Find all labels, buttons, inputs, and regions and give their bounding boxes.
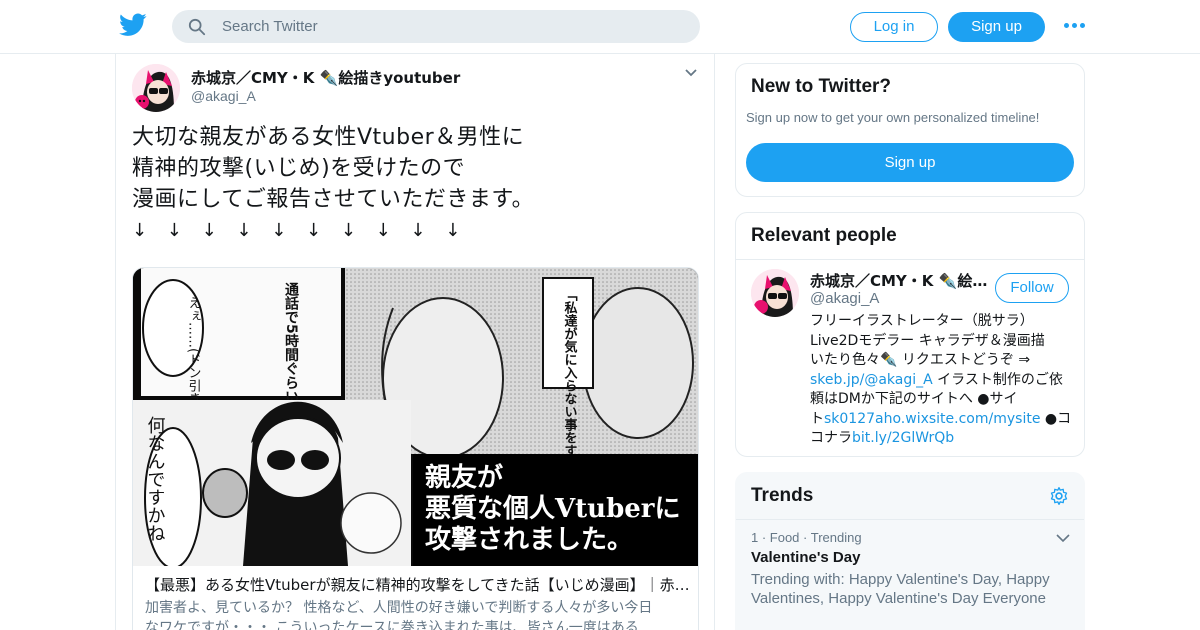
login-button[interactable]: Log in [850,12,938,42]
tweet-text-line: 漫画にしてご報告させていただきます。 [132,187,535,212]
tweet-text-line: 精神的攻撃(いじめ)を受けたので [132,156,466,181]
bio-link-skeb[interactable]: skeb.jp/@akagi_A [810,372,933,388]
bio-link-bitly[interactable]: bit.ly/2GlWrQb [852,430,954,446]
person-handle[interactable]: @akagi_A [810,290,879,307]
author-avatar[interactable] [132,64,180,112]
divider [736,259,1084,260]
bio-link-wixsite[interactable]: sk0127aho.wixsite.com/mysite [824,411,1040,427]
chevron-down-icon[interactable] [1056,534,1070,543]
more-options-icon[interactable] [1064,21,1086,31]
follow-button[interactable]: Follow [995,273,1069,303]
author-handle[interactable]: @akagi_A [191,88,256,104]
card-desc-line: 加害者よ、見ているか？ 性格など、人間性の好き嫌いで判断する人々が多い今日 [145,600,653,616]
person-bio: フリーイラストレーター（脱サラ） Live2Dモデラー キャラデザ＆漫画描 いた… [810,312,1071,449]
tweet-text: 大切な親友がある女性Vtuber＆男性に 精神的攻撃(いじめ)を受けたので 漫画… [132,122,692,246]
caption-line-2: 悪質な個人Vtuberに [425,494,681,524]
person-name[interactable]: 赤城京／CMY・K ✒️絵… [810,270,988,291]
trend-item[interactable]: 1 · Food · Trending Valentine's Day Tren… [736,520,1084,620]
search-input[interactable]: Search Twitter [172,10,700,43]
card-description: 加害者よ、見ているか？ 性格など、人間性の好き嫌いで判断する人々が多い今日 なワ… [145,598,690,630]
bubble-4-text: 何なんですかね [145,416,166,542]
person-avatar[interactable] [751,269,799,317]
link-preview-card[interactable]: 通話で5時間ぐらい拘束されて尋問を受けてきました えぇ……(ドン引き) 「私達が… [132,267,699,630]
author-name[interactable]: 赤城京／CMY・K ✒️絵描きyoutuber [191,67,460,88]
caption-line-1: 親友が [425,462,503,493]
bio-text: ●コ [1040,410,1072,427]
bio-line: Live2Dモデラー キャラデザ＆漫画描 [810,332,1045,349]
module-heading: Trends [751,485,814,506]
sidebar-signup-button[interactable]: Sign up [746,143,1074,182]
card-title[interactable]: 【最悪】ある女性Vtuberが親友に精神的攻撃をしてきた話【いじめ漫画】｜赤… [145,574,690,595]
module-subtext: Sign up now to get your own personalized… [746,110,1040,125]
bio-line: フリーイラストレーター（脱サラ） [810,313,1034,329]
bio-line: トsk0127aho.wixsite.com/mysite ●コ [810,410,1071,430]
signup-button[interactable]: Sign up [948,12,1045,42]
module-heading: New to Twitter? [751,76,892,97]
relevant-people-module: Relevant people 赤城京／CMY・K ✒️絵… @akagi_A … [735,212,1085,457]
tweet-text-arrows: ↓ ↓ ↓ ↓ ↓ ↓ ↓ ↓ ↓ ↓ [132,220,461,241]
gear-icon[interactable] [1049,486,1069,506]
bubble-2-text: えぇ……(ドン引き) [186,296,201,410]
trend-trending-with: Trending with: Happy Valentine's Day, Ha… [751,571,1050,607]
bio-line: 頼はDMか下記のサイトへ ●サイ [810,391,1018,407]
new-to-twitter-module: New to Twitter? Sign up now to get your … [735,63,1085,197]
module-heading: Relevant people [751,225,897,246]
bio-line: コナラbit.ly/2GlWrQb [810,429,1050,449]
twitter-bird-logo-icon[interactable] [119,13,147,37]
chevron-down-icon[interactable] [684,68,698,78]
bio-text: コナラ [810,430,852,446]
trend-name[interactable]: Valentine's Day [751,549,860,566]
tweet-text-line: 大切な親友がある女性Vtuber＆男性に [132,125,525,150]
card-desc-line: なワケですが・・・ こういったケースに巻き込まれた事は、皆さん一度はある… [145,620,653,630]
top-navigation-bar: Search Twitter Log in Sign up [0,0,1200,54]
trends-module: Trends 1 · Food · Trending Valentine's D… [735,472,1085,630]
tweet-permalink: 赤城京／CMY・K ✒️絵描きyoutuber @akagi_A 大切な親友があ… [115,54,715,630]
bio-text: イラスト制作のご依 [932,371,1063,388]
search-icon [188,18,206,36]
search-placeholder: Search Twitter [222,18,318,35]
manga-preview-image: 通話で5時間ぐらい拘束されて尋問を受けてきました えぇ……(ドン引き) 「私達が… [133,268,698,566]
bio-line: skeb.jp/@akagi_A イラスト制作のご依 [810,371,1063,391]
bio-line: いたり色々✒️ リクエストどうぞ ⇒ [810,352,1031,368]
caption-line-3: 攻撃されました。 [425,525,633,555]
trend-meta: 1 · Food · Trending [751,530,862,545]
bio-text: ト [810,410,824,427]
